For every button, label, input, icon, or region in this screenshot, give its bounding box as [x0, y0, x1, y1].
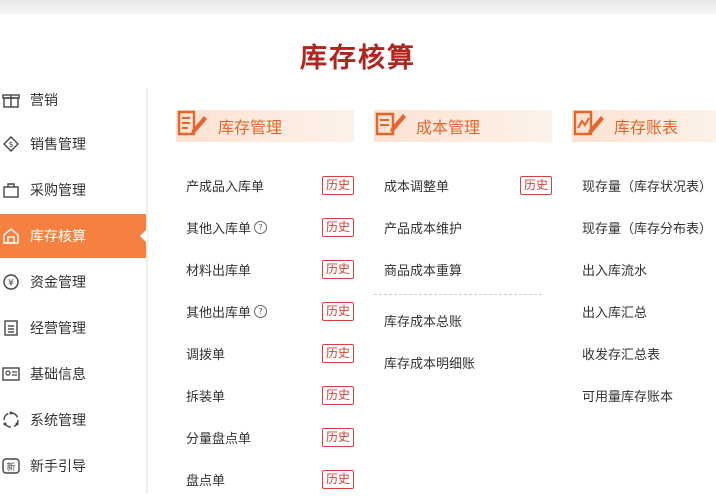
help-icon[interactable]: ?: [254, 220, 268, 234]
warehouse-icon: [2, 227, 20, 245]
new-badge-icon: 新: [2, 457, 20, 475]
menu-item-label: 拆装单: [186, 389, 226, 405]
menu-item-receive-issue-summary[interactable]: 收发存汇总表: [572, 332, 716, 374]
document-edit-icon: [374, 106, 408, 140]
id-card-icon: [2, 365, 20, 383]
sidebar-item-label: 系统管理: [30, 413, 86, 429]
circle-cycle-icon: [2, 411, 20, 429]
history-button[interactable]: 历史: [321, 175, 354, 195]
sidebar-item-label: 新手引导: [30, 459, 86, 475]
sidebar-item-label: 基础信息: [30, 367, 86, 383]
cost-management-column: 成本管理 成本调整单 历史 产品成本维护 商品成本重算 库存成本总账 库存成本明细…: [374, 110, 552, 383]
history-button[interactable]: 历史: [321, 217, 354, 237]
column-header: 成本管理: [374, 110, 552, 142]
menu-item-label: 库存成本明细账: [384, 356, 476, 372]
column-title: 成本管理: [416, 118, 481, 137]
sidebar-item-guide[interactable]: 新 新手引导: [0, 444, 146, 488]
history-button[interactable]: 历史: [321, 427, 354, 447]
menu-item-material-outbound[interactable]: 材料出库单 历史: [176, 248, 354, 290]
history-button[interactable]: 历史: [321, 469, 354, 489]
column-title: 库存管理: [218, 118, 283, 137]
yen-coin-icon: ¥: [2, 273, 20, 291]
clipboard-icon: [2, 319, 20, 337]
menu-item-label: 现存量（库存状况表）: [582, 179, 713, 195]
divider: [374, 294, 542, 295]
page-title: 库存核算: [300, 43, 416, 74]
svg-text:新: 新: [6, 461, 15, 473]
sidebar-item-label: 销售管理: [30, 137, 86, 153]
menu-item-label: 其他入库单: [186, 221, 252, 237]
menu-item-partial-stocktake[interactable]: 分量盘点单 历史: [176, 416, 354, 458]
menu-item-label: 其他出库单: [186, 305, 252, 321]
sidebar-item-label: 经营管理: [30, 321, 86, 337]
menu-item-available-stock-ledger[interactable]: 可用量库存账本: [572, 374, 716, 416]
sidebar-item-basic-info[interactable]: 基础信息: [0, 352, 146, 396]
menu-item-label: 盘点单: [186, 473, 226, 489]
menu-item-product-cost-maintenance[interactable]: 产品成本维护: [374, 206, 552, 248]
menu-item-label: 现存量（库存分布表）: [582, 221, 713, 237]
report-chart-icon: [572, 106, 606, 140]
sidebar-item-system[interactable]: 系统管理: [0, 398, 146, 442]
menu-item-label: 出入库汇总: [582, 305, 648, 321]
menu-item-inout-flow[interactable]: 出入库流水: [572, 248, 716, 290]
history-button[interactable]: 历史: [321, 385, 354, 405]
menu-item-label: 可用量库存账本: [582, 389, 674, 405]
sidebar-item-purchase[interactable]: 采购管理: [0, 168, 146, 212]
menu-item-label: 分量盘点单: [186, 431, 252, 447]
history-button[interactable]: 历史: [321, 343, 354, 363]
inventory-reports-column: 库存账表 现存量（库存状况表） 现存量（库存分布表） 出入库流水 出入库汇总 收…: [572, 110, 716, 416]
menu-item-label: 产品成本维护: [384, 221, 463, 237]
menu-item-label: 商品成本重算: [384, 263, 463, 279]
top-bar: [0, 0, 716, 14]
money-tag-icon: $: [2, 135, 20, 153]
menu-item-stock-distribution[interactable]: 现存量（库存分布表）: [572, 206, 716, 248]
menu-item-inout-summary[interactable]: 出入库汇总: [572, 290, 716, 332]
menu-item-stock-status[interactable]: 现存量（库存状况表）: [572, 164, 716, 206]
sidebar-item-inventory-accounting[interactable]: 库存核算: [0, 214, 147, 258]
svg-text:$: $: [8, 140, 13, 149]
inventory-management-column: 库存管理 产成品入库单 历史 其他入库单? 历史 材料出库单 历史 其他出库单? 历史 …: [176, 110, 354, 500]
history-button[interactable]: 历史: [321, 301, 354, 321]
menu-item-cost-recalculation[interactable]: 商品成本重算: [374, 248, 552, 290]
column-header: 库存管理: [176, 110, 354, 142]
sidebar-item-label: 资金管理: [30, 275, 86, 291]
menu-item-label: 产成品入库单: [186, 179, 265, 195]
menu-item-label: 出入库流水: [582, 263, 648, 279]
menu-item-label: 成本调整单: [384, 179, 450, 195]
menu-item-cost-general-ledger[interactable]: 库存成本总账: [374, 299, 552, 341]
sidebar: 营销 $ 销售管理 采购管理 库存核算 ¥ 资金管理 经营管理 基础信息 系统管…: [0, 88, 148, 494]
sidebar-item-operations[interactable]: 经营管理: [0, 306, 146, 350]
column-title: 库存账表: [614, 118, 679, 137]
menu-item-cost-adjustment[interactable]: 成本调整单 历史: [374, 164, 552, 206]
menu-item-cost-detail-ledger[interactable]: 库存成本明细账: [374, 341, 552, 383]
menu-item-finished-goods-inbound[interactable]: 产成品入库单 历史: [176, 164, 354, 206]
sidebar-item-sales[interactable]: $ 销售管理: [0, 122, 146, 166]
sidebar-item-label: 采购管理: [30, 183, 86, 199]
help-icon[interactable]: ?: [254, 304, 268, 318]
document-pen-icon: [176, 106, 210, 140]
sidebar-item-marketing[interactable]: 营销: [0, 78, 146, 122]
menu-item-other-inbound[interactable]: 其他入库单? 历史: [176, 206, 354, 248]
menu-item-label: 收发存汇总表: [582, 347, 661, 363]
history-button[interactable]: 历史: [519, 175, 552, 195]
menu-item-label: 材料出库单: [186, 263, 252, 279]
sidebar-item-label: 库存核算: [30, 229, 86, 245]
menu-item-label: 调拨单: [186, 347, 226, 363]
shopping-bag-icon: [2, 181, 20, 199]
menu-item-label: 库存成本总账: [384, 314, 463, 330]
sidebar-item-label: 营销: [30, 93, 58, 109]
gift-icon: [2, 91, 20, 109]
sidebar-item-funds[interactable]: ¥ 资金管理: [0, 260, 146, 304]
column-header: 库存账表: [572, 110, 716, 142]
history-button[interactable]: 历史: [321, 259, 354, 279]
menu-item-other-outbound[interactable]: 其他出库单? 历史: [176, 290, 354, 332]
menu-item-transfer[interactable]: 调拨单 历史: [176, 332, 354, 374]
svg-text:¥: ¥: [8, 279, 14, 289]
menu-item-disassembly[interactable]: 拆装单 历史: [176, 374, 354, 416]
